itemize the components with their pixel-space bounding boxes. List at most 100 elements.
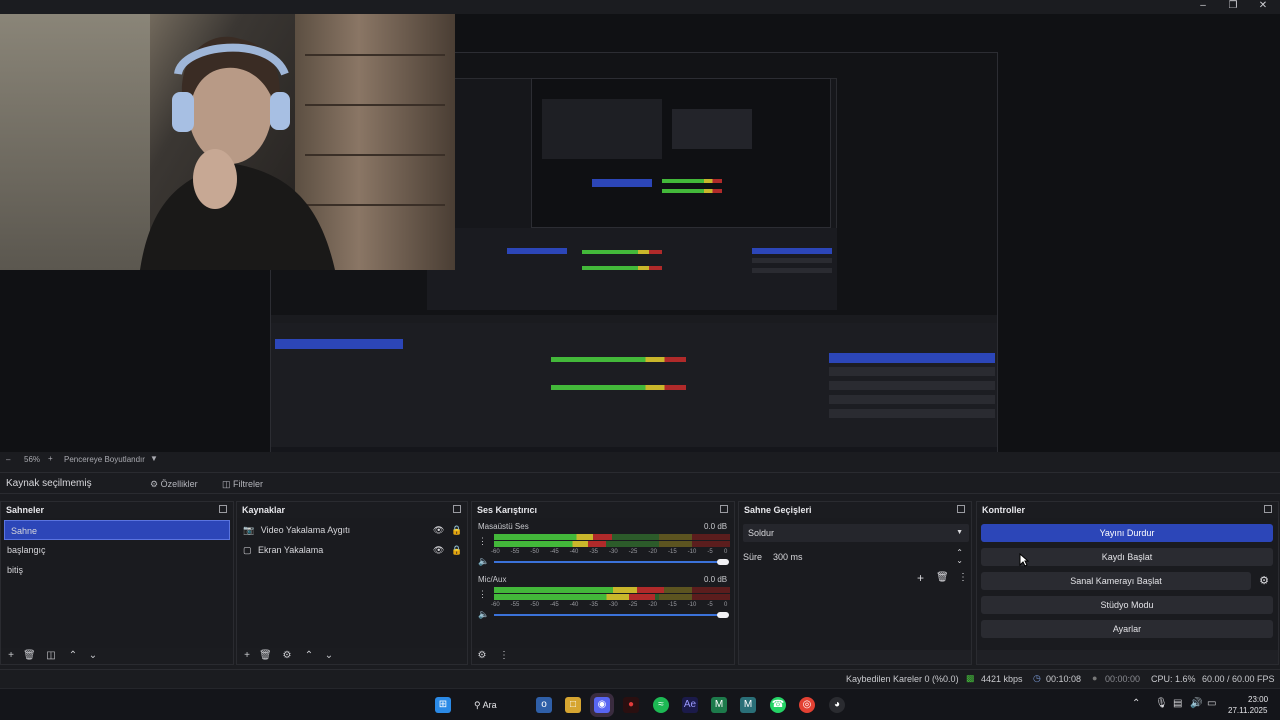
- dock-title: Sahneler: [1, 502, 233, 518]
- microphone-icon[interactable]: 🎙: [1155, 698, 1168, 709]
- scale-tick: -5: [707, 602, 713, 608]
- chevron-up-icon[interactable]: ⌃: [1132, 698, 1140, 709]
- transition-select[interactable]: Soldur ▼: [743, 524, 969, 542]
- battery-icon[interactable]: ▭: [1207, 698, 1216, 709]
- sources-toolbar: + 🗑 ⚙ ⌃ ⌄: [237, 648, 467, 664]
- zoom-level: 56%: [24, 455, 41, 464]
- volume-slider-knob[interactable]: [717, 612, 729, 618]
- scale-tick: -15: [668, 549, 677, 555]
- preview-canvas[interactable]: [0, 14, 1280, 462]
- zoom-in-icon[interactable]: +: [48, 454, 53, 463]
- volume-slider[interactable]: [494, 614, 724, 616]
- filters-label: Filtreler: [233, 479, 264, 489]
- windows-start-icon[interactable]: ⊞: [435, 697, 451, 713]
- scene-item-bitis[interactable]: bitiş: [1, 560, 233, 580]
- volume-icon[interactable]: 🔊: [1190, 698, 1202, 709]
- fps: 60.00 / 60.00 FPS: [1202, 674, 1275, 684]
- trash-icon[interactable]: 🗑: [936, 572, 949, 583]
- scale-tick: -25: [628, 602, 638, 608]
- scene-item-baslangic[interactable]: başlangıç: [1, 540, 233, 560]
- trash-icon[interactable]: 🗑: [23, 650, 36, 662]
- add-icon[interactable]: +: [241, 650, 253, 662]
- fit-to-window-label[interactable]: Pencereye Boyutlandır: [64, 455, 145, 464]
- source-item-video[interactable]: 📷 Video Yakalama Aygıtı 👁 🔒: [243, 520, 463, 540]
- more-options-icon[interactable]: ⋮: [958, 572, 968, 583]
- level-meter-fill: [494, 534, 612, 540]
- stop-streaming-button[interactable]: Yayını Durdur: [981, 524, 1273, 542]
- chrome-icon[interactable]: ◎: [799, 697, 815, 713]
- advanced-audio-icon[interactable]: ⚙: [476, 650, 488, 662]
- taskbar-search[interactable]: ⚲ Ara: [474, 697, 497, 713]
- after-effects-icon[interactable]: Ae: [682, 697, 698, 713]
- minimize-icon[interactable]: –: [1188, 0, 1218, 14]
- whatsapp-icon[interactable]: ☎: [770, 697, 786, 713]
- scale-tick: -30: [609, 602, 618, 608]
- gear-icon[interactable]: ⚙: [1255, 572, 1273, 590]
- undock-icon[interactable]: [219, 505, 227, 513]
- filter-icon[interactable]: ◫: [45, 650, 57, 662]
- properties-button[interactable]: ⚙ Özellikler: [150, 476, 198, 492]
- spotify-icon[interactable]: ≈: [653, 697, 669, 713]
- move-up-icon[interactable]: ⌃: [67, 650, 79, 662]
- lock-icon[interactable]: 🔒: [451, 520, 462, 540]
- outlook-icon[interactable]: o: [536, 697, 552, 713]
- scale-tick: -35: [589, 549, 598, 555]
- mixer-channels: Masaüstü Ses 0.0 dB ⋮ -60 -55 -50 -45 -40 -35…: [472, 518, 734, 650]
- studio-mode-button[interactable]: Stüdyo Modu: [981, 596, 1273, 614]
- chevron-down-icon[interactable]: ▼: [150, 454, 158, 463]
- app-icon[interactable]: M: [740, 697, 756, 713]
- add-icon[interactable]: +: [5, 650, 17, 662]
- eye-icon[interactable]: 👁: [433, 540, 444, 560]
- dock-title: Kaynaklar: [237, 502, 467, 518]
- volume-slider[interactable]: [494, 561, 724, 563]
- filters-button[interactable]: ◫ Filtreler: [222, 476, 263, 492]
- move-up-icon[interactable]: ⌃: [303, 650, 315, 662]
- windows-taskbar: ⊞ ⚲ Ara o □ ◉ ● ≈ Ae M M ☎ ◎ ◕ ⌃ 🎙 ▤ 🔊 ▭…: [0, 688, 1280, 720]
- transitions-body: Soldur ▼ Süre 300 ms ⌃ ⌄ + 🗑 ⋮: [739, 518, 971, 650]
- mouse-cursor: [1019, 553, 1029, 567]
- zoom-out-icon[interactable]: –: [6, 455, 10, 464]
- close-icon[interactable]: ✕: [1248, 0, 1278, 14]
- start-virtual-camera-button[interactable]: Sanal Kamerayı Başlat: [981, 572, 1251, 590]
- scale-tick: -50: [530, 602, 539, 608]
- restore-icon[interactable]: ❐: [1218, 0, 1248, 14]
- volume-slider-knob[interactable]: [717, 559, 729, 565]
- trash-icon[interactable]: 🗑: [259, 650, 272, 662]
- move-down-icon[interactable]: ⌄: [323, 650, 335, 662]
- speaker-icon[interactable]: 🔈: [478, 556, 489, 567]
- move-down-icon[interactable]: ⌄: [87, 650, 99, 662]
- lock-icon[interactable]: 🔒: [451, 540, 462, 560]
- source-item-screen[interactable]: ▢ Ekran Yakalama 👁 🔒: [243, 540, 463, 560]
- source-label: Ekran Yakalama: [258, 545, 324, 555]
- undock-icon[interactable]: [720, 505, 728, 513]
- undock-icon[interactable]: [453, 505, 461, 513]
- scene-item-sahne[interactable]: Sahne: [4, 520, 230, 540]
- obs-icon[interactable]: ◕: [829, 697, 845, 713]
- clock-time[interactable]: 23:00: [1248, 695, 1268, 704]
- dock-title: Kontroller: [977, 502, 1278, 518]
- settings-button[interactable]: Ayarlar: [981, 620, 1273, 638]
- add-icon[interactable]: +: [917, 571, 924, 585]
- more-options-icon[interactable]: ⋮: [478, 589, 487, 600]
- chevron-down-icon[interactable]: ⌄: [956, 552, 963, 570]
- gear-icon[interactable]: ⚙: [281, 650, 293, 662]
- clock-date[interactable]: 27.11.2025: [1228, 706, 1267, 715]
- discord-icon[interactable]: ◉: [594, 697, 610, 713]
- excel-icon[interactable]: M: [711, 697, 727, 713]
- more-options-icon[interactable]: ⋮: [478, 536, 487, 547]
- folder-icon[interactable]: □: [565, 697, 581, 713]
- more-options-icon[interactable]: ⋮: [498, 650, 510, 662]
- undock-icon[interactable]: [1264, 505, 1272, 513]
- camera-icon: 📷: [243, 525, 255, 535]
- eye-icon[interactable]: 👁: [433, 520, 444, 540]
- undock-icon[interactable]: [957, 505, 965, 513]
- source-label: Video Yakalama Aygıtı: [260, 525, 351, 535]
- search-icon: ⚲: [474, 700, 481, 710]
- channel-name: Mic/Aux: [478, 575, 507, 584]
- scale-tick: -55: [510, 549, 520, 555]
- speaker-icon[interactable]: 🔈: [478, 609, 489, 620]
- duration-input[interactable]: 300 ms ⌃ ⌄: [769, 548, 969, 566]
- record-app-icon[interactable]: ●: [623, 697, 639, 713]
- scale-tick: -45: [550, 549, 559, 555]
- network-icon[interactable]: ▤: [1173, 698, 1182, 709]
